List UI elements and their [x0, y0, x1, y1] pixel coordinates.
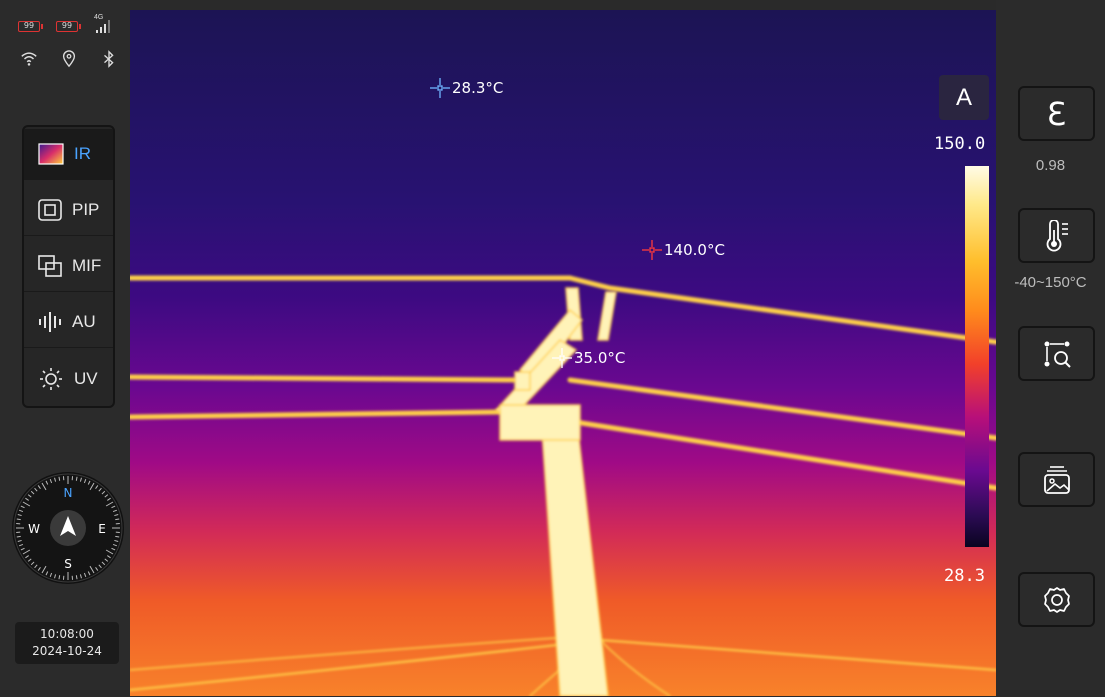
mode-pip-label: PIP [72, 200, 100, 219]
wifi-icon [21, 52, 37, 66]
datetime-display: 10:08:00 2024-10-24 [15, 622, 119, 664]
ir-mode-icon [38, 143, 64, 165]
emissivity-icon: Ɛ [1046, 94, 1067, 133]
compass-south: S [64, 557, 72, 571]
mode-ir-label: IR [74, 144, 91, 163]
mode-au-label: AU [72, 312, 96, 331]
battery-1-level: 99 [23, 20, 35, 30]
compass-west: W [28, 522, 40, 536]
battery-2-level: 99 [61, 20, 73, 30]
mode-pip[interactable]: PIP [24, 185, 113, 236]
spot-marker-1[interactable]: 28.3°C [430, 78, 503, 98]
sun-icon [40, 367, 62, 390]
battery-icon: 99 [18, 20, 43, 32]
spot-marker-2[interactable]: 140.0°C [642, 240, 725, 260]
left-panel: 99 99 4G IR PIP MIF AU UV N S W E 10:08:… [0, 0, 130, 697]
mode-mif[interactable]: MIF [24, 241, 113, 292]
time-text: 10:08:00 [40, 627, 94, 641]
mode-au[interactable]: AU [24, 297, 113, 348]
compass-tick [16, 518, 21, 521]
bluetooth-icon [104, 50, 114, 68]
mode-mif-label: MIF [72, 256, 102, 275]
temperature-range-value: -40~150°C [1014, 274, 1087, 291]
temperature-colorbar [965, 166, 989, 547]
location-icon [62, 50, 76, 68]
thermal-image-view[interactable]: 28.3°C 140.0°C 35.0°C [130, 10, 996, 696]
mode-uv[interactable]: UV [24, 353, 113, 404]
compass-tick [58, 575, 61, 580]
cellular-signal-icon: 4G [94, 14, 112, 34]
temperature-range-button[interactable] [1018, 208, 1095, 263]
spot-2-temp: 140.0°C [664, 241, 725, 259]
compass-tick [75, 476, 78, 481]
battery-icon: 99 [56, 20, 81, 32]
audio-wave-icon [39, 312, 61, 332]
crosshair-icon [552, 348, 572, 368]
mif-mode-icon [38, 255, 62, 277]
analysis-tool-button[interactable] [1018, 326, 1095, 381]
compass-tick [115, 535, 120, 538]
compass-tick [115, 518, 120, 521]
settings-button[interactable] [1018, 572, 1095, 627]
compass-tick [75, 575, 78, 580]
spot-marker-3[interactable]: 35.0°C [552, 348, 625, 368]
mode-uv-label: UV [74, 368, 98, 388]
emissivity-button[interactable]: Ɛ [1018, 86, 1095, 141]
spot-1-temp: 28.3°C [452, 79, 504, 97]
mode-ir[interactable]: IR [24, 129, 113, 180]
pip-mode-icon [38, 199, 62, 221]
right-panel: Ɛ 0.98 -40~150°C [996, 0, 1105, 697]
date-text: 2024-10-24 [32, 644, 102, 658]
crosshair-icon [642, 240, 662, 260]
region-zoom-icon [1044, 341, 1071, 368]
compass-tick [58, 476, 61, 481]
scale-max-value: 150.0 [934, 134, 986, 154]
crosshair-icon [430, 78, 450, 98]
scale-min-value: 28.3 [944, 566, 985, 586]
scale-mode-button[interactable]: A [939, 75, 989, 120]
compass: N S W E [12, 472, 124, 584]
compass-tick [16, 535, 21, 538]
spot-3-temp: 35.0°C [574, 349, 626, 367]
status-bar: 99 99 4G [18, 14, 112, 34]
compass-east: E [98, 522, 106, 536]
mode-menu: IR PIP MIF AU UV [22, 125, 115, 408]
compass-north: N [64, 486, 73, 500]
emissivity-value: 0.98 [1035, 157, 1066, 174]
connectivity-row [20, 50, 118, 68]
gallery-icon [1043, 465, 1070, 494]
gear-icon [1043, 586, 1070, 613]
gallery-button[interactable] [1018, 452, 1095, 507]
thermometer-icon [1046, 219, 1068, 252]
